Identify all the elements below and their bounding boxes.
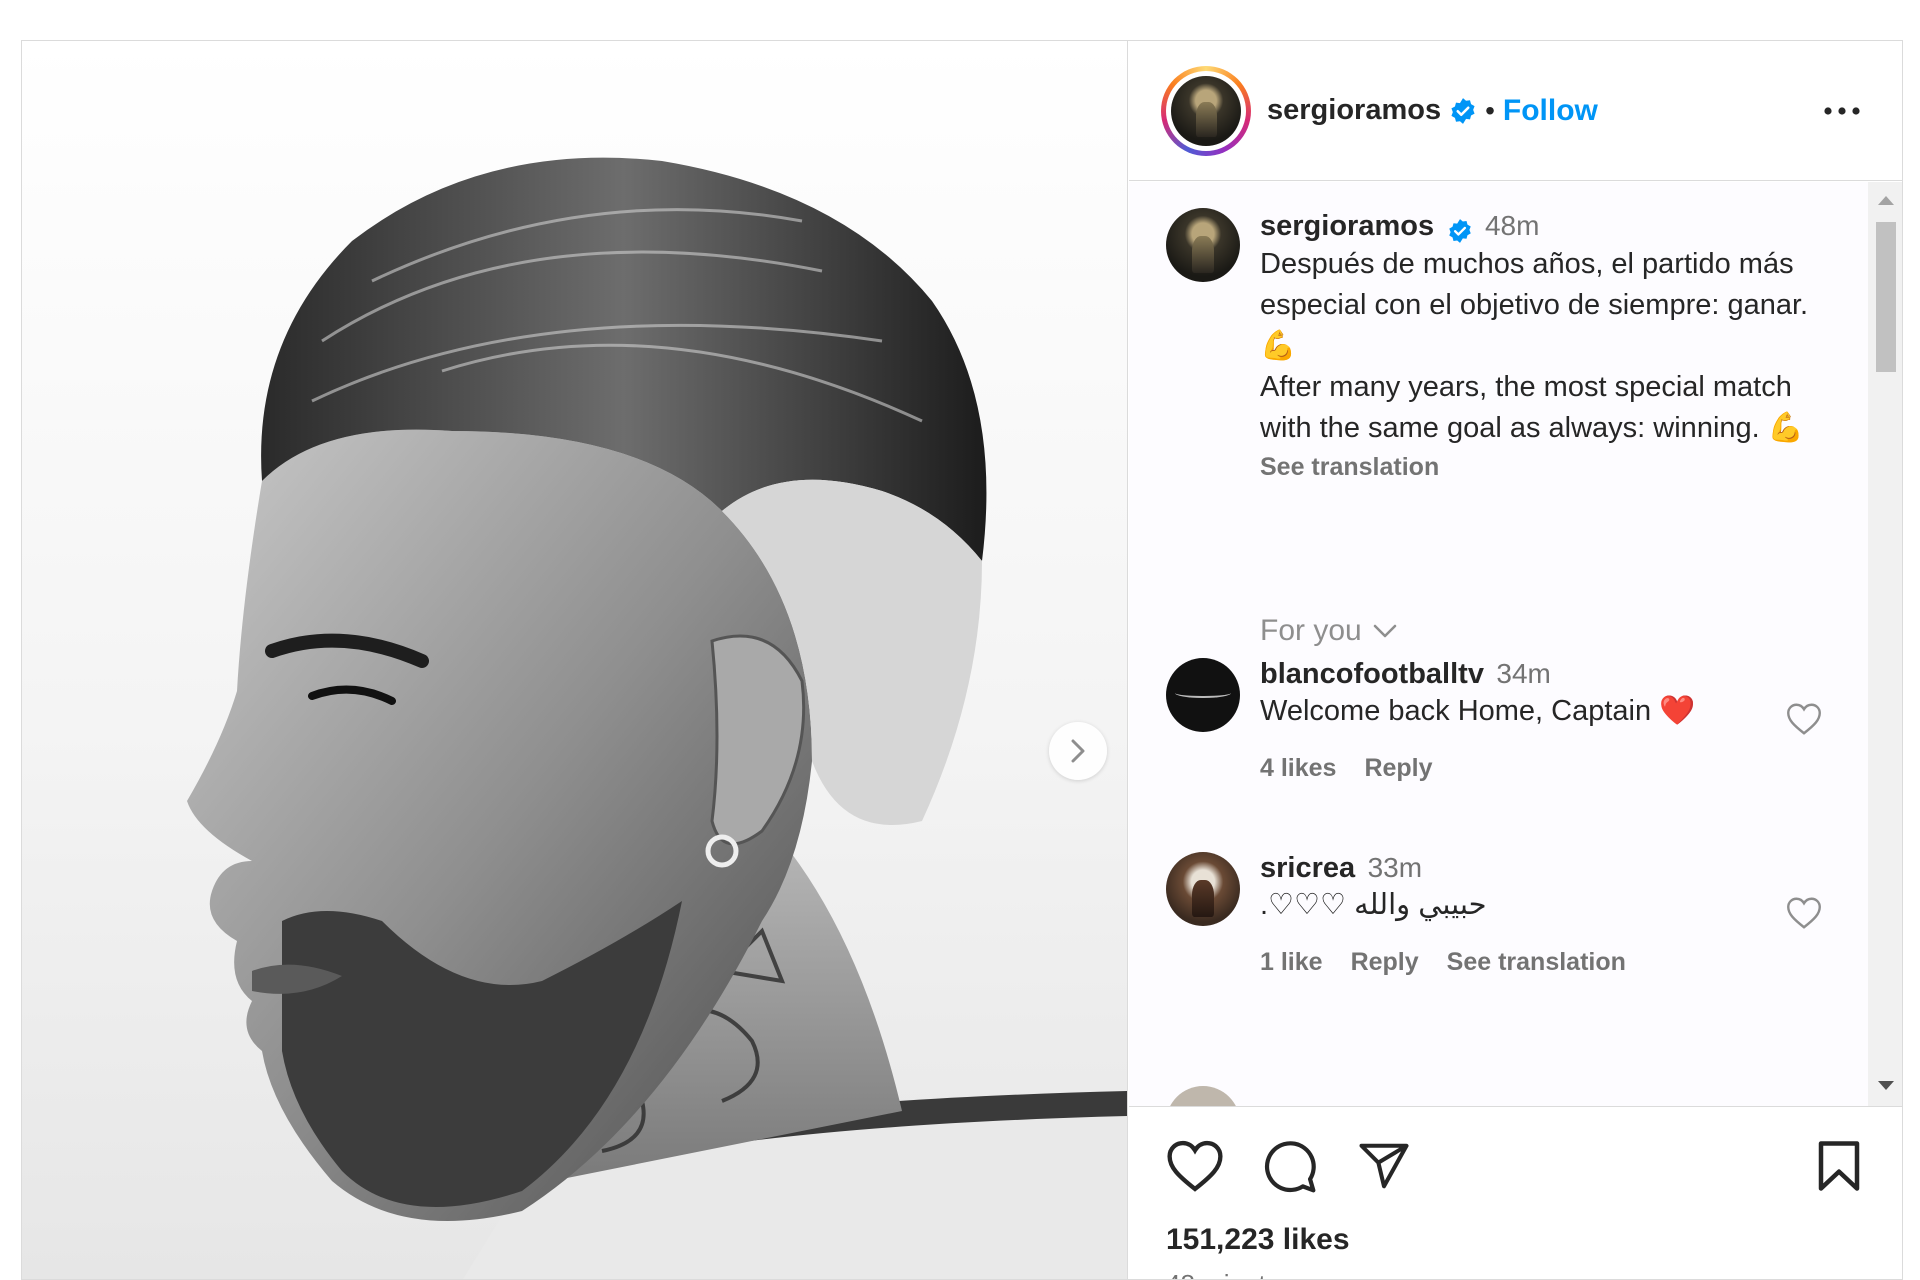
commenter-avatar[interactable] — [1166, 1086, 1240, 1106]
caption-username[interactable]: sergioramos — [1260, 210, 1434, 242]
caption-text-es: Después de muchos años, el partido más e… — [1260, 247, 1809, 362]
next-slide-button[interactable] — [1049, 722, 1107, 780]
paper-plane-icon[interactable] — [1356, 1139, 1412, 1193]
caption-time: 48m — [1484, 210, 1540, 241]
scroll-down-arrow[interactable] — [1878, 1081, 1894, 1090]
header-separator: • — [1485, 94, 1495, 126]
caption-see-translation[interactable]: See translation — [1260, 453, 1439, 482]
comment-sort-dropdown[interactable]: For you — [1260, 614, 1398, 648]
chevron-right-icon — [1071, 739, 1085, 763]
post-media[interactable]: SOUL — [22, 41, 1128, 1279]
comment-likes[interactable]: 1 like — [1260, 948, 1323, 977]
caption-avatar[interactable] — [1166, 208, 1240, 282]
verified-badge-icon — [1451, 97, 1475, 124]
bookmark-icon[interactable] — [1816, 1139, 1862, 1193]
comment-see-translation[interactable]: See translation — [1447, 948, 1626, 977]
post-header: sergioramos • Follow — [1129, 41, 1902, 181]
comment-text: .♡♡♡ حبيبي والله — [1260, 889, 1487, 921]
verified-badge-icon — [1448, 218, 1471, 243]
post-actions: 151,223 likes 48 minutes ago — [1129, 1106, 1902, 1279]
comment-reply-button[interactable]: Reply — [1351, 948, 1419, 977]
more-options-icon[interactable] — [1822, 91, 1862, 131]
comment-reply-button[interactable]: Reply — [1364, 754, 1432, 783]
post-timestamp: 48 minutes ago — [1166, 1269, 1344, 1279]
commenter-username[interactable]: sricrea — [1260, 852, 1355, 884]
heart-icon[interactable] — [1786, 896, 1822, 930]
author-username[interactable]: sergioramos — [1267, 94, 1441, 127]
post-caption: sergioramos 48m Después de muchos años, … — [1260, 210, 1820, 482]
follow-button[interactable]: Follow — [1503, 94, 1598, 128]
heart-icon[interactable] — [1786, 702, 1822, 736]
commenter-avatar[interactable] — [1166, 852, 1240, 926]
comment-bubble-icon[interactable] — [1262, 1139, 1318, 1195]
likes-count[interactable]: 151,223 likes — [1166, 1223, 1350, 1257]
commenter-username[interactable]: blancofootballtv — [1260, 658, 1484, 690]
comments-panel[interactable]: sergioramos 48m Después de muchos años, … — [1129, 182, 1902, 1106]
post-modal: SOUL — [21, 40, 1903, 1280]
post-sidebar: sergioramos • Follow sergioramos 48m Des… — [1129, 41, 1902, 1279]
heart-icon[interactable] — [1166, 1139, 1224, 1193]
comment-likes[interactable]: 4 likes — [1260, 754, 1336, 783]
comment-text: Welcome back Home, Captain ❤️ — [1260, 695, 1696, 727]
comments-scrollbar[interactable] — [1868, 182, 1902, 1106]
scroll-up-arrow[interactable] — [1878, 196, 1894, 205]
commenter-avatar[interactable] — [1166, 658, 1240, 732]
post-photo: SOUL — [187, 157, 1127, 1279]
chevron-down-icon — [1373, 624, 1396, 638]
comment-time: 33m — [1367, 852, 1423, 883]
author-avatar[interactable] — [1161, 65, 1251, 156]
caption-text-en: After many years, the most special match… — [1260, 370, 1804, 444]
comment-sort-label: For you — [1260, 614, 1362, 647]
comment-time: 34m — [1496, 658, 1551, 689]
scrollbar-thumb[interactable] — [1876, 222, 1896, 372]
